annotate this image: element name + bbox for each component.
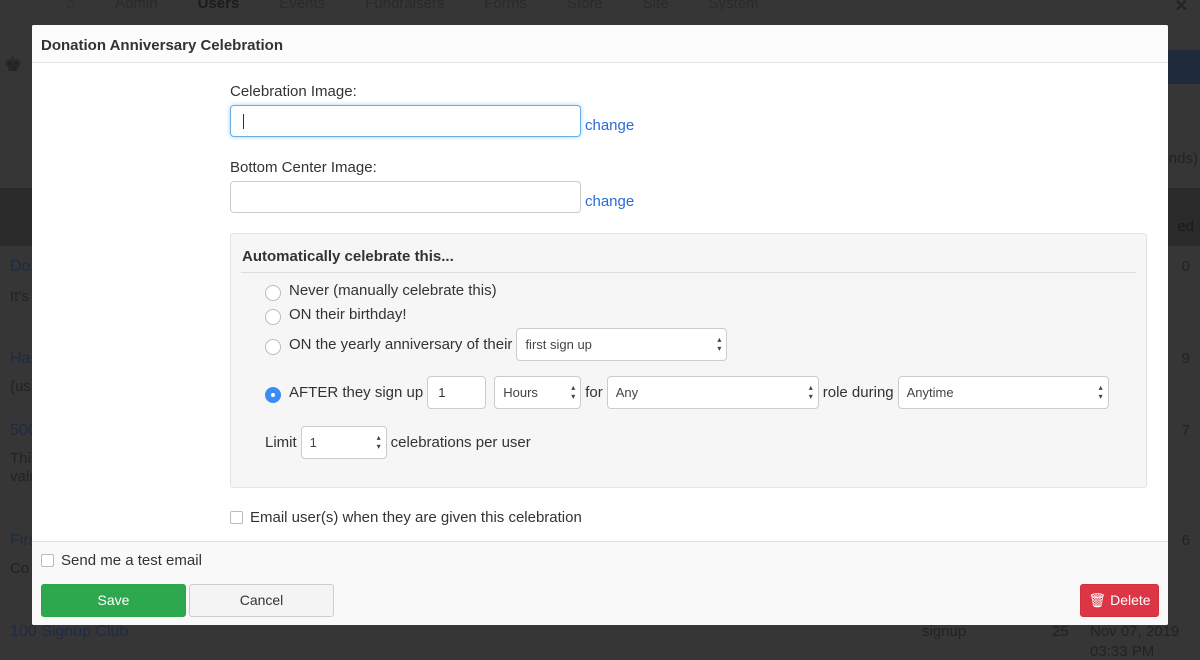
delete-button[interactable]: 🗑 Delete [1080,584,1159,617]
bg-value: 0 [1181,258,1190,275]
celebration-modal: Donation Anniversary Celebration Celebra… [32,25,1168,625]
bg-value: Nov 07, 2019 [1090,623,1180,640]
period-select[interactable]: Anytime [897,376,1109,409]
option-birthday[interactable]: ON their birthday! [265,306,407,325]
option-label: ON their birthday! [289,306,407,323]
option-label: AFTER they sign up [289,384,424,401]
after-amount-input[interactable]: 1 [427,376,487,409]
bg-value: 25 [1052,623,1069,640]
bg-value: 03:33 PM [1090,643,1155,660]
limit-suffix: celebrations per user [390,434,531,451]
nav-store[interactable]: Store [567,0,603,16]
bg-row-title: 100 Signup Club [10,623,129,640]
bg-value: 7 [1181,422,1190,439]
delete-label: Delete [1110,592,1151,608]
nav-site[interactable]: Site [643,0,669,16]
nav-fundraisers[interactable]: Fundraisers [365,0,444,16]
radio-never[interactable] [265,284,281,301]
nav-home-icon[interactable]: ⌂ [66,0,75,16]
test-email-checkbox[interactable] [41,554,54,567]
celebration-image-label: Celebration Image: [230,83,357,100]
option-never[interactable]: Never (manually celebrate this) [265,282,497,301]
role-select[interactable]: Any [606,376,819,409]
radio-anniversary[interactable] [265,338,281,355]
email-users-checkbox-row[interactable]: Email user(s) when they are given this c… [230,509,582,526]
auto-celebrate-panel: Automatically celebrate this... Never (m… [230,233,1147,488]
divider [241,272,1136,273]
cancel-button[interactable]: Cancel [189,584,334,617]
close-icon[interactable]: ✕ [1175,0,1188,16]
for-label: for [585,384,603,401]
bg-row-text: {us [10,378,31,395]
radio-after-signup[interactable] [265,386,281,403]
email-users-checkbox[interactable] [230,511,243,524]
nav-admin[interactable]: Admin [115,0,158,16]
test-email-label: Send me a test email [61,552,202,569]
after-unit-select[interactable]: Hours [494,376,582,409]
option-after-signup[interactable]: AFTER they sign up 1 Hours for Any role … [265,376,1113,409]
modal-footer: Send me a test email Save Cancel 🗑 Delet… [32,541,1168,625]
option-label: ON the yearly anniversary of their [289,336,513,353]
test-email-checkbox-row[interactable]: Send me a test email [41,552,202,569]
bg-value: signup [922,623,967,640]
email-users-label: Email user(s) when they are given this c… [250,509,582,526]
celebration-image-change-link[interactable]: change [585,117,634,134]
text-caret [243,114,244,129]
top-nav: ⌂ Admin Users Events Fundraisers Forms S… [0,0,1200,12]
bottom-image-change-link[interactable]: change [585,193,634,210]
auto-celebrate-title: Automatically celebrate this... [242,248,454,265]
trash-icon: 🗑 [1088,592,1107,608]
modal-body: Celebration Image: change Bottom Center … [32,63,1168,541]
limit-row: Limit 1 celebrations per user [265,426,531,459]
limit-label: Limit [265,434,297,451]
bg-row-title: Do [10,258,31,275]
option-label: Never (manually celebrate this) [289,282,497,299]
nav-system[interactable]: System [709,0,759,16]
bg-row-text: Co [10,560,30,577]
anniversary-select[interactable]: first sign up [516,328,728,361]
trophy-icon: ♚ [4,54,22,76]
role-during-label: role during [822,384,894,401]
bg-text: ed [1177,218,1194,235]
bg-row-title: Ha [10,350,31,367]
limit-select[interactable]: 1 [300,426,387,459]
bg-value: 6 [1181,532,1190,549]
celebration-image-input[interactable] [230,105,581,137]
bottom-image-input[interactable] [230,181,581,213]
save-button[interactable]: Save [41,584,186,617]
nav-users[interactable]: Users [198,0,240,16]
bg-row-text: It's [10,288,29,305]
radio-birthday[interactable] [265,308,281,325]
nav-forms[interactable]: Forms [484,0,527,16]
nav-events[interactable]: Events [279,0,325,16]
bg-value: 9 [1181,350,1190,367]
modal-title: Donation Anniversary Celebration [32,25,1168,63]
option-anniversary[interactable]: ON the yearly anniversary of their first… [265,328,731,361]
bottom-image-label: Bottom Center Image: [230,159,377,176]
